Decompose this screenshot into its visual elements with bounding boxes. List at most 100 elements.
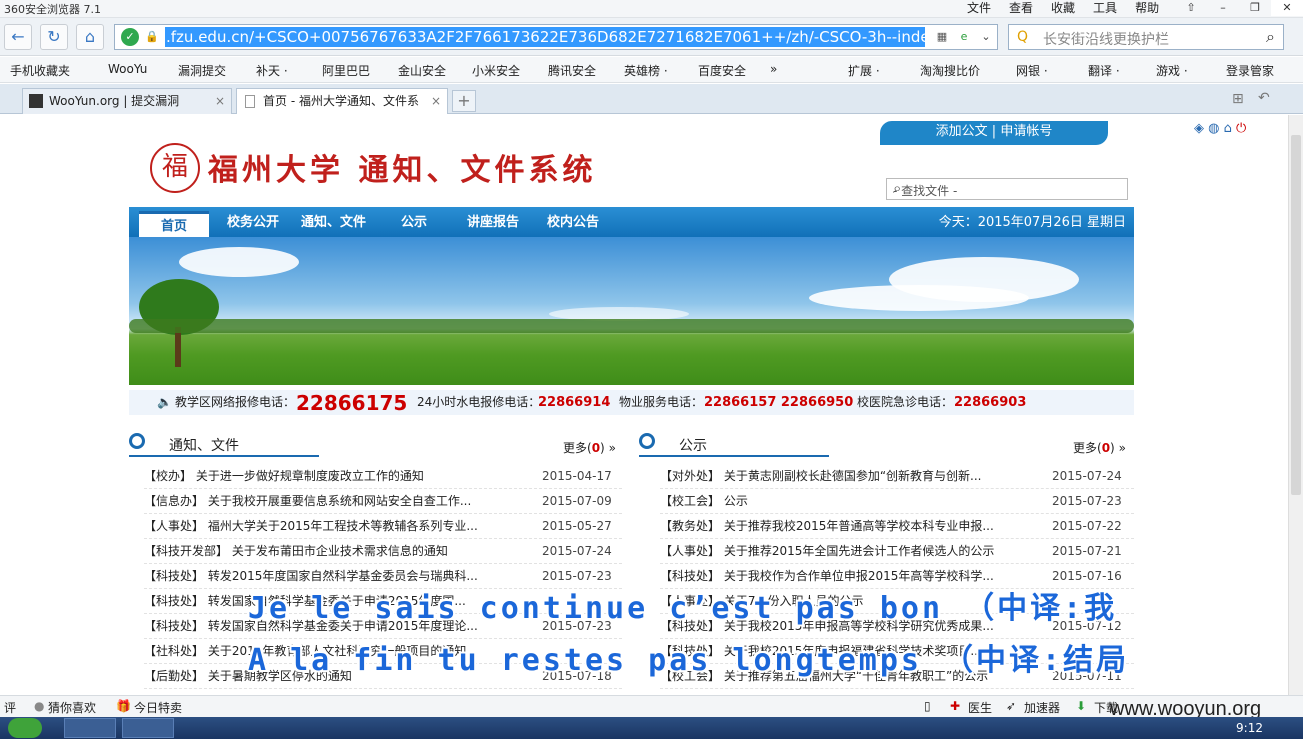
address-bar[interactable]: ✓ 🔒 .fzu.edu.cn/+CSCO+00756767633A2F2F76… (114, 24, 998, 50)
wooyun-favicon-icon (29, 94, 43, 108)
tab-fzu-home[interactable]: 首页 - 福州大学通知、文件系 × (236, 88, 448, 114)
list-item[interactable]: 【人事处】 关于推荐2015年全国先进会计工作者候选人的公示 2015-07-21 (660, 539, 1134, 564)
menu-item-help[interactable]: 帮助 (1126, 0, 1168, 16)
address-input[interactable]: .fzu.edu.cn/+CSCO+00756767633A2F2F766173… (165, 27, 925, 47)
search-box[interactable]: Q 长安街沿线更换护栏 ⌕ (1008, 24, 1284, 50)
home-icon[interactable]: ⌂ (1224, 121, 1232, 136)
bookmark-item[interactable]: 扩展 · (848, 62, 880, 79)
bookmark-item[interactable]: 腾讯安全 (548, 62, 596, 79)
bookmark-item[interactable]: 漏洞提交 (178, 62, 226, 79)
banner-image (129, 237, 1134, 385)
tab-label: WooYun.org | 提交漏洞 (49, 94, 180, 108)
refresh-button[interactable]: ↻ (40, 24, 68, 50)
list-item-title[interactable]: 【人事处】 福州大学关于2015年工程技术等教辅各系列专业... (144, 514, 532, 539)
search-input[interactable]: 长安街沿线更换护栏 (1043, 29, 1169, 49)
bookmark-item[interactable]: 英雄榜 · (624, 62, 668, 79)
bookmark-item[interactable]: WooYu (108, 62, 147, 76)
refresh-icon: ↻ (47, 27, 61, 46)
tab-wooyun[interactable]: WooYun.org | 提交漏洞 × (22, 88, 232, 114)
status-item[interactable]: 猜你喜欢 (48, 699, 96, 716)
list-item-title[interactable]: 【教务处】 关于推荐我校2015年普通高等学校本科专业申报... (660, 514, 1044, 539)
list-item-date: 2015-07-22 (1052, 519, 1122, 533)
list-item[interactable]: 【科技开发部】 关于发布莆田市企业技术需求信息的通知 2015-07-24 (144, 539, 622, 564)
tab-close-icon[interactable]: × (215, 89, 225, 113)
new-tab-button[interactable]: + (452, 90, 476, 112)
bookmark-overflow-button[interactable]: » (770, 62, 777, 76)
status-item[interactable]: 评 (4, 699, 16, 716)
close-icon[interactable]: ✕ (1271, 0, 1303, 16)
magnifier-icon (129, 433, 145, 449)
bookmark-item[interactable]: 小米安全 (472, 62, 520, 79)
status-item[interactable]: 医生 (968, 699, 992, 716)
list-item[interactable]: 【校办】 关于进一步做好规章制度废改立工作的通知 2015-04-17 (144, 464, 622, 489)
home-button[interactable]: ⌂ (76, 24, 104, 50)
nav-lectures[interactable]: 讲座报告 (467, 207, 519, 237)
bookmark-item[interactable]: 游戏 · (1156, 62, 1188, 79)
restore-icon[interactable]: ❐ (1239, 0, 1271, 16)
list-item-title[interactable]: 【科技开发部】 关于发布莆田市企业技术需求信息的通知 (144, 539, 532, 564)
site-search-input[interactable]: - 查找文件 - ⌕ (886, 178, 1128, 200)
taskbar-app-button[interactable] (64, 718, 116, 738)
tab-list-icon[interactable]: ⊞ (1232, 91, 1244, 107)
taskbar-app-button[interactable] (122, 718, 174, 738)
list-item-title[interactable]: 【信息办】 关于我校开展重要信息系统和网站安全自查工作... (144, 489, 532, 514)
list-item-title[interactable]: 【校工会】 公示 (660, 489, 1044, 514)
list-item-title[interactable]: 【校办】 关于进一步做好规章制度废改立工作的通知 (144, 464, 532, 489)
menu-item-view[interactable]: 查看 (1000, 0, 1042, 16)
list-item[interactable]: 【校工会】 公示 2015-07-23 (660, 489, 1134, 514)
bookmark-item[interactable]: 翻译 · (1088, 62, 1120, 79)
nav-notices[interactable]: 通知、文件 (301, 207, 366, 237)
page-scrollbar[interactable] (1288, 115, 1303, 695)
bookmark-item[interactable]: 金山安全 (398, 62, 446, 79)
status-item[interactable]: 今日特卖 (134, 699, 182, 716)
nav-school-affairs[interactable]: 校务公开 (227, 207, 279, 237)
bookmark-item[interactable]: 百度安全 (698, 62, 746, 79)
power-icon[interactable]: ⏻ (1236, 121, 1246, 136)
list-item[interactable]: 【教务处】 关于推荐我校2015年普通高等学校本科专业申报... 2015-07-… (660, 514, 1134, 539)
back-button[interactable]: ← (4, 24, 32, 50)
tab-close-icon[interactable]: × (431, 89, 441, 113)
status-item[interactable]: 加速器 (1024, 699, 1060, 716)
menu-item-tools[interactable]: 工具 (1084, 0, 1126, 16)
ie-mode-icon[interactable]: e (955, 28, 973, 46)
nav-campus-bulletin[interactable]: 校内公告 (547, 207, 599, 237)
phone-icon[interactable]: ▯ (924, 699, 931, 713)
pin-icon[interactable]: ⇧ (1175, 0, 1207, 16)
bookmark-item[interactable]: 淘淘搜比价 (920, 62, 980, 79)
menu-item-favorites[interactable]: 收藏 (1042, 0, 1084, 16)
bookmark-item[interactable]: 补天 · (256, 62, 288, 79)
minimize-icon[interactable]: – (1207, 0, 1239, 16)
search-icon[interactable]: ⌕ (893, 179, 1121, 197)
list-item[interactable]: 【人事处】 福州大学关于2015年工程技术等教辅各系列专业... 2015-05-… (144, 514, 622, 539)
list-item-title[interactable]: 【对外处】 关于黄志刚副校长赴德国参加“创新教育与创新... (660, 464, 1044, 489)
bookmark-item[interactable]: 手机收藏夹 (10, 62, 70, 79)
bookmark-item[interactable]: 登录管家 (1226, 62, 1274, 79)
page-tool-icons: ◈ ◍ ⌂ ⏻ (1194, 121, 1246, 136)
bookmark-item[interactable]: 网银 · (1016, 62, 1048, 79)
phone-label: 教学区网络报修电话： (175, 395, 296, 409)
tab-label: 首页 - 福州大学通知、文件系 (263, 94, 419, 108)
search-icon[interactable]: ⌕ (1266, 27, 1275, 47)
bookmark-item[interactable]: 阿里巴巴 (322, 62, 370, 79)
qr-code-icon[interactable]: ▦ (933, 28, 951, 46)
announcements-more-link[interactable]: 更多(0) » (1073, 439, 1126, 456)
top-links[interactable]: 添加公文 | 申请帐号 (880, 121, 1108, 145)
list-item[interactable]: 【对外处】 关于黄志刚副校长赴德国参加“创新教育与创新... 2015-07-24 (660, 464, 1134, 489)
list-item[interactable]: 【信息办】 关于我校开展重要信息系统和网站安全自查工作... 2015-07-09 (144, 489, 622, 514)
globe-icon[interactable]: ◍ (1208, 121, 1219, 136)
chevron-down-icon[interactable]: ⌄ (977, 28, 995, 46)
phone-number: 22866914 (538, 395, 611, 410)
navigate-icon[interactable]: ◈ (1194, 121, 1204, 136)
search-engine-icon[interactable]: Q (1017, 29, 1028, 45)
start-button[interactable] (8, 718, 42, 738)
scrollbar-thumb[interactable] (1291, 135, 1301, 495)
nav-home[interactable]: 首页 (139, 211, 209, 237)
notices-more-link[interactable]: 更多(0) » (563, 439, 616, 456)
rocket-icon: ➶ (1006, 699, 1017, 713)
download-icon: ⬇ (1076, 699, 1087, 713)
double-chevron-right-icon: » (1118, 441, 1126, 455)
nav-announcements[interactable]: 公示 (401, 207, 427, 237)
list-item-title[interactable]: 【人事处】 关于推荐2015年全国先进会计工作者候选人的公示 (660, 539, 1044, 564)
menu-item-file[interactable]: 文件 (958, 0, 1000, 16)
undo-close-icon[interactable]: ↶ (1258, 90, 1270, 106)
